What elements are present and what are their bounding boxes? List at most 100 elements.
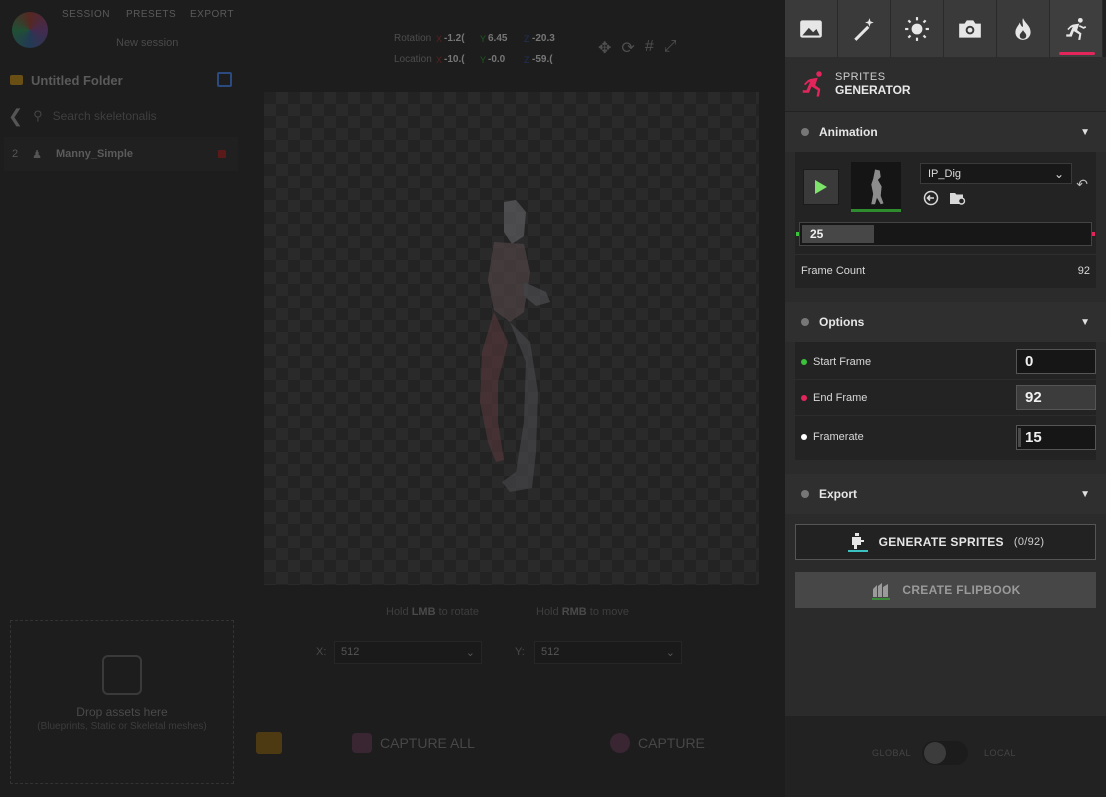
start-frame-input[interactable]: 0: [1016, 349, 1096, 374]
animation-section: IP_Dig ⌄ ↶ 25 Frame Count 92: [795, 152, 1096, 288]
options-section: Start Frame 0 End Frame 92 Framerate 15: [795, 342, 1096, 460]
character-figure: [480, 200, 550, 492]
rotation-z[interactable]: -20.3: [532, 33, 568, 44]
camera-icon: [959, 19, 981, 38]
size-x-select[interactable]: 512 ⌄: [334, 641, 482, 664]
browse-folder-icon[interactable]: [949, 190, 967, 206]
refresh-icon[interactable]: ⟳: [621, 38, 634, 58]
move-hint-post: to move: [586, 606, 629, 618]
session-name[interactable]: New session: [116, 37, 178, 49]
start-frame-row: Start Frame 0: [795, 344, 1096, 380]
animation-section-header[interactable]: Animation ▼: [785, 112, 1106, 152]
framerate-input[interactable]: 15: [1016, 424, 1096, 450]
remove-icon[interactable]: [218, 150, 226, 158]
folder-row[interactable]: Untitled Folder: [0, 66, 240, 94]
end-frame-input[interactable]: 92: [1016, 385, 1096, 410]
start-frame-value: 0: [1025, 353, 1034, 370]
tab-image[interactable]: [785, 0, 838, 57]
play-button[interactable]: [803, 169, 839, 205]
framerate-bar: [1018, 427, 1021, 447]
rotation-y[interactable]: 6.45: [488, 33, 524, 44]
current-frame: 25: [810, 227, 824, 241]
undo-icon[interactable]: ↶: [1076, 176, 1088, 193]
panel-tabs: [785, 0, 1106, 57]
tab-camera[interactable]: [944, 0, 997, 57]
size-y-value: 512: [541, 646, 560, 658]
use-asset-icon[interactable]: [923, 190, 939, 206]
viewport[interactable]: [264, 92, 759, 585]
capture-button[interactable]: CAPTURE: [610, 733, 705, 753]
animation-thumbnail: [851, 162, 901, 212]
running-icon: [802, 71, 822, 97]
axis-z-label: Z: [524, 33, 530, 44]
create-flipbook-button[interactable]: CREATE FLIPBOOK: [795, 572, 1096, 608]
frame-count-row: Frame Count 92: [795, 254, 1096, 286]
panel-header: SPRITES GENERATOR: [785, 57, 1106, 112]
collapse-icon[interactable]: ▼: [1080, 127, 1090, 138]
top-menu: SESSION PRESETS EXPORT: [62, 9, 254, 20]
animation-row: IP_Dig ⌄ ↶: [795, 152, 1096, 222]
capture-all-icon: [352, 733, 372, 753]
section-dot: [801, 128, 809, 136]
end-marker: [1092, 232, 1095, 236]
edit-icon[interactable]: [217, 72, 232, 87]
running-icon: [1066, 17, 1087, 40]
app-logo: [12, 12, 48, 48]
tab-sprites[interactable]: [1050, 0, 1103, 57]
rotate-hint-post: to rotate: [435, 606, 479, 618]
location-x[interactable]: -10.(: [444, 54, 480, 65]
folder-name: Untitled Folder: [31, 72, 123, 88]
transform-readout: Rotation X -1.2( Y 6.45 Z -20.3 Location…: [394, 28, 568, 70]
move-icon[interactable]: ✥: [598, 38, 611, 58]
options-section-header[interactable]: Options ▼: [785, 302, 1106, 342]
rotation-label: Rotation: [394, 33, 432, 44]
menu-presets[interactable]: PRESETS: [126, 9, 190, 20]
framerate-row: Framerate 15: [795, 416, 1096, 458]
chevron-down-icon: ⌄: [1053, 166, 1064, 181]
capture-label: CAPTURE: [638, 735, 705, 751]
search-input[interactable]: [52, 109, 213, 123]
animation-select-value: IP_Dig: [928, 167, 962, 180]
collapse-icon[interactable]: ▼: [1080, 489, 1090, 500]
fire-icon: [1015, 17, 1031, 40]
image-icon: [800, 19, 822, 38]
collapse-icon[interactable]: ▼: [1080, 317, 1090, 328]
search-row: ❮ ⚲: [0, 102, 240, 130]
play-icon: [815, 180, 827, 194]
drop-zone-subtitle: (Blueprints, Static or Skeletal meshes): [37, 721, 207, 732]
chevron-left-icon[interactable]: ❮: [8, 106, 23, 127]
axis-x-label: X: [436, 54, 443, 65]
tab-fx[interactable]: [997, 0, 1050, 57]
tab-effects[interactable]: [838, 0, 891, 57]
capture-all-button[interactable]: CAPTURE ALL: [352, 733, 475, 753]
export-section-header[interactable]: Export ▼: [785, 474, 1106, 514]
dimmed-workspace: SESSION PRESETS EXPORT New session Rotat…: [0, 0, 785, 797]
drop-zone[interactable]: Drop assets here (Blueprints, Static or …: [10, 620, 234, 784]
move-hint-key: RMB: [561, 606, 587, 618]
sun-icon: [905, 16, 929, 41]
animation-select[interactable]: IP_Dig ⌄: [920, 163, 1072, 184]
expand-icon[interactable]: ⤢: [664, 38, 677, 58]
menu-session[interactable]: SESSION: [62, 9, 126, 20]
size-x-value: 512: [341, 646, 360, 658]
frame-slider[interactable]: 25: [796, 222, 1095, 246]
open-folder-icon[interactable]: [256, 732, 282, 754]
tab-lighting[interactable]: [891, 0, 944, 57]
panel-header-line2: GENERATOR: [835, 83, 911, 97]
size-y-select[interactable]: 512 ⌄: [534, 641, 682, 664]
skeleton-icon: ♟: [32, 148, 42, 161]
generate-sprites-button[interactable]: GENERATE SPRITES (0/92): [795, 524, 1096, 560]
asset-row[interactable]: 2 ♟ Manny_Simple: [4, 137, 238, 171]
location-label: Location: [394, 54, 432, 65]
asset-index: 2: [12, 148, 19, 160]
location-z[interactable]: -59.(: [532, 54, 568, 65]
space-toggle[interactable]: [922, 741, 968, 765]
sprites-panel: SPRITES GENERATOR Animation ▼ IP_Dig ⌄ ↶…: [785, 0, 1106, 716]
section-dot: [801, 490, 809, 498]
grid-icon[interactable]: #: [645, 38, 654, 58]
menu-export[interactable]: EXPORT: [190, 9, 254, 20]
viewport-tools: ✥ ⟳ # ⤢: [598, 38, 677, 58]
move-hint-pre: Hold: [536, 606, 562, 618]
rotation-x[interactable]: -1.2(: [444, 33, 480, 44]
location-y[interactable]: -0.0: [488, 54, 524, 65]
